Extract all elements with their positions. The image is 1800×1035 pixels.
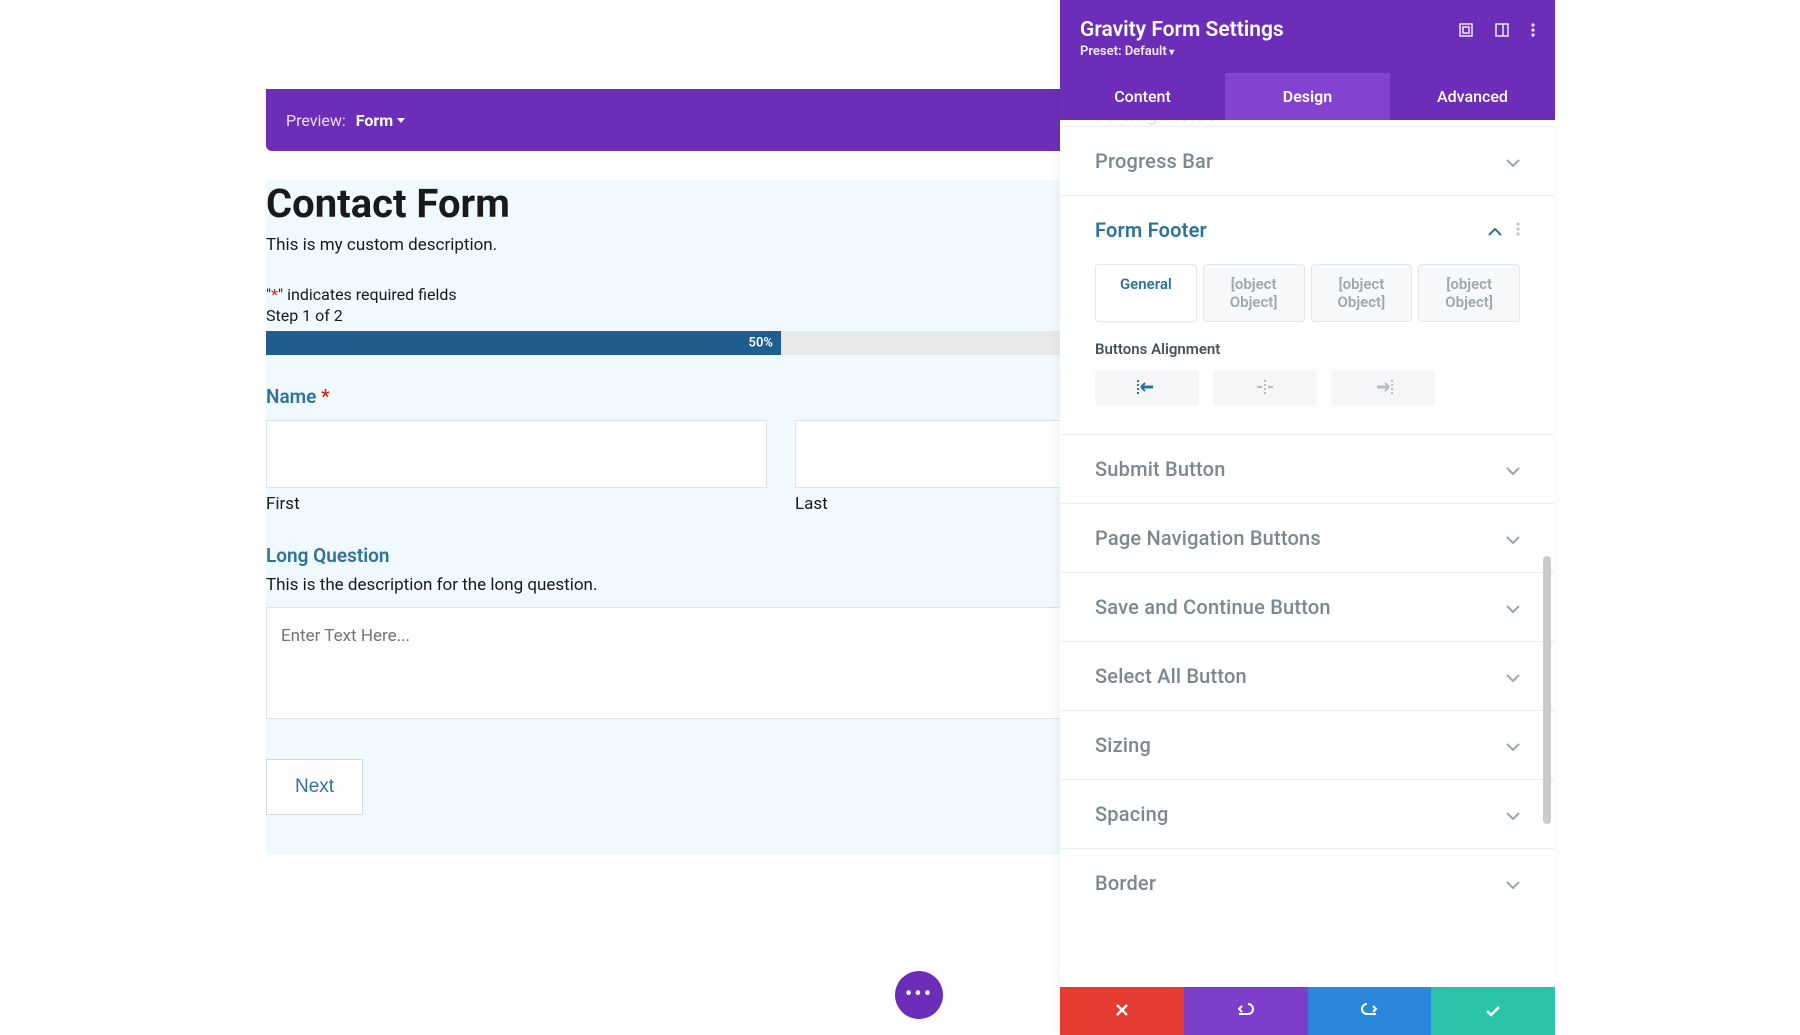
- chevron-down-icon: [1506, 805, 1520, 824]
- first-name-col: First: [266, 420, 767, 514]
- progress-percent: 50%: [749, 336, 773, 351]
- section-border[interactable]: Border: [1060, 848, 1555, 895]
- settings-panel: Gravity Form Settings Preset: Default Co…: [1060, 0, 1555, 1035]
- preview-form-dropdown[interactable]: Form: [356, 111, 405, 130]
- panel-footer: [1060, 987, 1555, 1035]
- next-button[interactable]: Next: [266, 759, 363, 815]
- chevron-down-icon: [1506, 667, 1520, 686]
- preview-label: Preview:: [286, 111, 346, 130]
- section-progress-bar[interactable]: Progress Bar: [1060, 126, 1555, 195]
- section-label: Border: [1095, 871, 1156, 895]
- align-left-icon: [1137, 379, 1157, 398]
- section-label: Form Footer: [1095, 218, 1207, 242]
- section-save-continue[interactable]: Save and Continue Button: [1060, 572, 1555, 641]
- req-suffix: " indicates required fields: [278, 285, 457, 304]
- caret-down-icon: [397, 118, 405, 123]
- panel-title: Gravity Form Settings: [1080, 18, 1284, 42]
- align-left-button[interactable]: [1095, 370, 1199, 406]
- more-vertical-icon[interactable]: [1531, 22, 1535, 41]
- section-label: Select All Button: [1095, 664, 1247, 688]
- align-right-button[interactable]: [1331, 370, 1435, 406]
- first-name-input[interactable]: [266, 420, 767, 488]
- section-submit-button[interactable]: Submit Button: [1060, 434, 1555, 503]
- section-label: Submit Button: [1095, 457, 1226, 481]
- panel-tabs: Content Design Advanced: [1060, 73, 1555, 120]
- chevron-up-icon: [1488, 221, 1502, 240]
- preview-form-text: Form: [356, 111, 393, 130]
- panel-header: Gravity Form Settings Preset: Default: [1060, 0, 1555, 73]
- redo-button[interactable]: [1308, 987, 1432, 1035]
- sub-tab-4[interactable]: [object Object]: [1418, 264, 1520, 322]
- undo-icon: [1238, 1001, 1254, 1021]
- discard-button[interactable]: [1060, 987, 1184, 1035]
- section-label: Progress Bar: [1095, 149, 1213, 173]
- panel-dock-icon[interactable]: [1495, 22, 1509, 41]
- preset-dropdown[interactable]: Preset: Default: [1080, 44, 1284, 59]
- section-label: Page Navigation Buttons: [1095, 526, 1321, 550]
- section-label: Save and Continue Button: [1095, 595, 1331, 619]
- align-center-button[interactable]: [1213, 370, 1317, 406]
- chevron-down-icon: [1506, 529, 1520, 548]
- responsive-preview-icon[interactable]: [1459, 22, 1473, 41]
- chevron-down-icon: [1506, 598, 1520, 617]
- chevron-down-icon: [1506, 874, 1520, 893]
- section-more-icon[interactable]: [1516, 221, 1520, 240]
- align-right-icon: [1373, 379, 1393, 398]
- section-form-footer[interactable]: Form Footer: [1060, 195, 1555, 264]
- panel-body: Pricing Fields Progress Bar Form Footer: [1060, 120, 1555, 987]
- chevron-down-icon: [1506, 460, 1520, 479]
- first-name-sublabel: First: [266, 494, 767, 514]
- floating-more-button[interactable]: •••: [895, 971, 943, 1019]
- redo-icon: [1361, 1001, 1377, 1021]
- alignment-buttons-row: [1095, 370, 1520, 406]
- section-label: Sizing: [1095, 733, 1151, 757]
- align-center-icon: [1255, 379, 1275, 398]
- sub-tab-3[interactable]: [object Object]: [1311, 264, 1413, 322]
- more-horizontal-icon: •••: [905, 984, 933, 1006]
- required-asterisk-icon: *: [321, 385, 330, 408]
- chevron-down-icon: [1506, 152, 1520, 171]
- form-footer-content: General [object Object] [object Object] …: [1060, 264, 1555, 434]
- footer-sub-tabs: General [object Object] [object Object] …: [1095, 264, 1520, 322]
- asterisk-icon: *: [271, 285, 278, 304]
- section-select-all-button[interactable]: Select All Button: [1060, 641, 1555, 710]
- undo-button[interactable]: [1184, 987, 1308, 1035]
- section-pricing-fields: Pricing Fields: [1095, 120, 1520, 126]
- name-label-text: Name: [266, 385, 316, 408]
- chevron-down-icon: [1506, 736, 1520, 755]
- section-spacing[interactable]: Spacing: [1060, 779, 1555, 848]
- section-page-nav-buttons[interactable]: Page Navigation Buttons: [1060, 503, 1555, 572]
- section-label: Spacing: [1095, 802, 1169, 826]
- sub-tab-2[interactable]: [object Object]: [1203, 264, 1305, 322]
- close-icon: [1115, 1002, 1129, 1021]
- save-button[interactable]: [1431, 987, 1555, 1035]
- sub-tab-general[interactable]: General: [1095, 264, 1197, 322]
- scrollbar-thumb[interactable]: [1543, 556, 1551, 824]
- progress-bar-fill: 50%: [266, 331, 781, 355]
- tab-advanced[interactable]: Advanced: [1390, 73, 1555, 120]
- tab-design[interactable]: Design: [1225, 73, 1390, 120]
- check-icon: [1485, 1002, 1501, 1021]
- panel-scroll-area[interactable]: Pricing Fields Progress Bar Form Footer: [1060, 120, 1555, 987]
- buttons-alignment-label: Buttons Alignment: [1095, 340, 1520, 358]
- section-sizing[interactable]: Sizing: [1060, 710, 1555, 779]
- tab-content[interactable]: Content: [1060, 73, 1225, 120]
